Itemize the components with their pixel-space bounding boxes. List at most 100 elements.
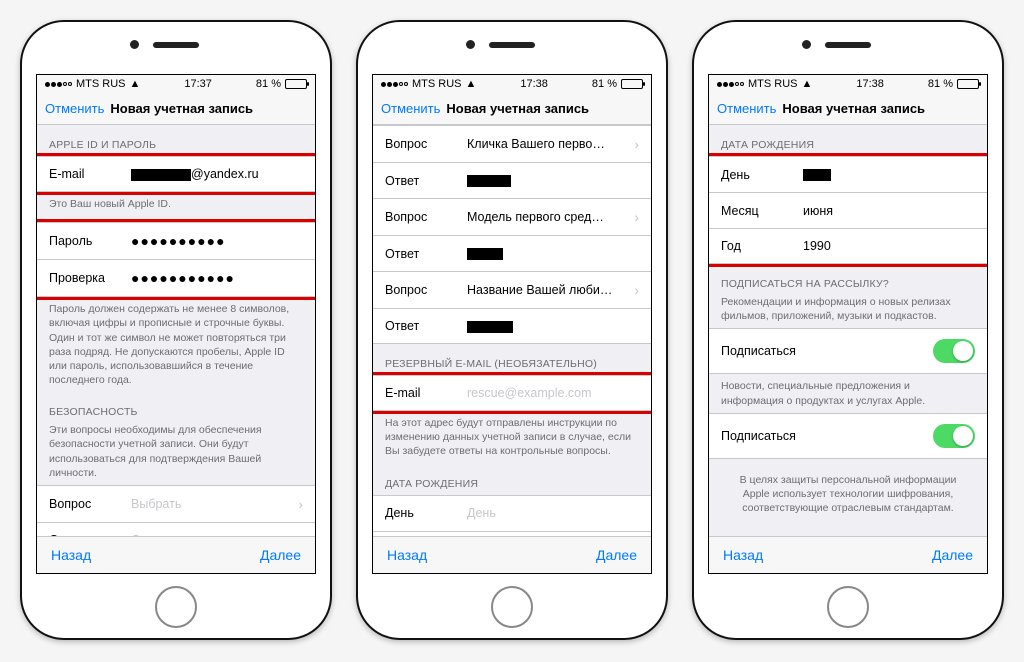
nav-title: Новая учетная запись	[782, 101, 979, 116]
day-placeholder: День	[467, 506, 639, 520]
next-button[interactable]: Далее	[932, 547, 973, 563]
speaker-grille	[489, 42, 535, 48]
password-value: ●●●●●●●●●●	[131, 233, 303, 249]
bottom-toolbar: Назад Далее	[709, 536, 987, 573]
year-label: Год	[721, 239, 795, 253]
subscribe-2-label: Подписаться	[721, 429, 796, 443]
clock: 17:38	[856, 78, 884, 90]
q2-value: Модель первого сред…	[467, 210, 622, 224]
nav-bar: Отменить Новая учетная запись	[709, 93, 987, 125]
back-button[interactable]: Назад	[723, 547, 763, 563]
day-label: День	[721, 168, 795, 182]
back-button[interactable]: Назад	[51, 547, 91, 563]
question-group: Вопрос Выбрать › Ответ Ответ	[37, 485, 315, 536]
status-bar: MTS RUS ▲ 17:38 81 %	[709, 75, 987, 93]
day-value	[803, 168, 975, 182]
toggle-switch-icon[interactable]	[933, 424, 975, 448]
verify-label: Проверка	[49, 271, 123, 285]
email-row[interactable]: E-mail @yandex.ru	[37, 156, 315, 192]
verify-row[interactable]: Проверка ●●●●●●●●●●●	[37, 259, 315, 297]
day-row[interactable]: День День	[373, 495, 651, 531]
day-row[interactable]: День	[709, 156, 987, 192]
a2-row[interactable]: Ответ	[373, 235, 651, 271]
cancel-button[interactable]: Отменить	[45, 101, 104, 116]
year-row[interactable]: Год 1990	[709, 228, 987, 264]
a3-value	[467, 319, 639, 333]
home-button[interactable]	[491, 586, 533, 628]
email-suffix: @yandex.ru	[191, 167, 259, 181]
rescue-footer: На этот адрес будут отправлены инструкци…	[373, 411, 651, 464]
q2-row[interactable]: Вопрос Модель первого сред… ›	[373, 198, 651, 235]
clock: 17:38	[520, 78, 548, 90]
screen-3: MTS RUS ▲ 17:38 81 % Отменить Новая учет…	[708, 74, 988, 574]
wifi-icon: ▲	[802, 78, 813, 90]
rescue-row[interactable]: E-mail rescue@example.com	[373, 375, 651, 411]
back-button[interactable]: Назад	[387, 547, 427, 563]
screen-1: MTS RUS ▲ 17:37 81 % Отменить Новая учет…	[36, 74, 316, 574]
subscribe-1-row[interactable]: Подписаться	[709, 328, 987, 374]
a2-value	[467, 247, 639, 261]
question-placeholder: Выбрать	[131, 497, 286, 511]
subscribe-group-2: Подписаться	[709, 413, 987, 459]
phone-2: MTS RUS ▲ 17:38 81 % Отменить Новая учет…	[356, 20, 668, 640]
answer-row[interactable]: Ответ Ответ	[37, 522, 315, 536]
next-button[interactable]: Далее	[596, 547, 637, 563]
subscribe-group-1: Подписаться	[709, 328, 987, 374]
clock: 17:37	[184, 78, 212, 90]
email-label: E-mail	[49, 167, 123, 181]
nav-bar: Отменить Новая учетная запись	[37, 93, 315, 125]
subscribe-footer-1: Рекомендации и информация о новых релиза…	[709, 295, 987, 328]
cancel-button[interactable]: Отменить	[717, 101, 776, 116]
front-camera	[130, 40, 139, 49]
question-label: Вопрос	[49, 497, 123, 511]
toggle-switch-icon[interactable]	[933, 339, 975, 363]
q3-value: Название Вашей люби…	[467, 283, 622, 297]
chevron-right-icon: ›	[634, 136, 639, 152]
phone-3: MTS RUS ▲ 17:38 81 % Отменить Новая учет…	[692, 20, 1004, 640]
speaker-grille	[153, 42, 199, 48]
home-button[interactable]	[827, 586, 869, 628]
subscribe-1-label: Подписаться	[721, 344, 796, 358]
q1-label: Вопрос	[385, 137, 459, 151]
screen-2: MTS RUS ▲ 17:38 81 % Отменить Новая учет…	[372, 74, 652, 574]
month-value: июня	[803, 204, 975, 218]
month-row[interactable]: Месяц июня	[709, 192, 987, 228]
subscribe-2-row[interactable]: Подписаться	[709, 413, 987, 459]
section-dob-header: ДАТА РОЖДЕНИЯ	[709, 125, 987, 156]
bottom-toolbar: Назад Далее	[37, 536, 315, 573]
q1-value: Кличка Вашего перво…	[467, 137, 622, 151]
day-label: День	[385, 506, 459, 520]
question-row[interactable]: Вопрос Выбрать ›	[37, 485, 315, 522]
chevron-right-icon: ›	[634, 282, 639, 298]
nav-title: Новая учетная запись	[110, 101, 307, 116]
a1-row[interactable]: Ответ	[373, 162, 651, 198]
home-button[interactable]	[155, 586, 197, 628]
section-subscribe-header: ПОДПИСАТЬСЯ НА РАССЫЛКУ?	[709, 264, 987, 295]
cancel-button[interactable]: Отменить	[381, 101, 440, 116]
a1-label: Ответ	[385, 174, 459, 188]
section-dob-header: ДАТА РОЖДЕНИЯ	[373, 464, 651, 495]
a3-row[interactable]: Ответ	[373, 308, 651, 344]
nav-bar: Отменить Новая учетная запись	[373, 93, 651, 125]
battery-icon	[957, 79, 979, 89]
q3-row[interactable]: Вопрос Название Вашей люби… ›	[373, 271, 651, 308]
carrier-label: MTS RUS	[748, 78, 798, 90]
month-label: Месяц	[721, 204, 795, 218]
password-row[interactable]: Пароль ●●●●●●●●●●	[37, 222, 315, 259]
front-camera	[466, 40, 475, 49]
questions-group: Вопрос Кличка Вашего перво… › Ответ Вопр…	[373, 125, 651, 344]
next-button[interactable]: Далее	[260, 547, 301, 563]
subscribe-footer-2: Новости, специальные предложения и инфор…	[709, 374, 987, 412]
signal-icon	[381, 82, 408, 87]
rescue-label: E-mail	[385, 386, 459, 400]
password-label: Пароль	[49, 234, 123, 248]
email-redacted	[131, 169, 191, 181]
q2-label: Вопрос	[385, 210, 459, 224]
carrier-label: MTS RUS	[412, 78, 462, 90]
status-bar: MTS RUS ▲ 17:38 81 %	[373, 75, 651, 93]
battery-pct: 81 %	[928, 78, 953, 90]
q1-row[interactable]: Вопрос Кличка Вашего перво… ›	[373, 125, 651, 162]
battery-icon	[621, 79, 643, 89]
bottom-toolbar: Назад Далее	[373, 536, 651, 573]
verify-value: ●●●●●●●●●●●	[131, 270, 303, 286]
